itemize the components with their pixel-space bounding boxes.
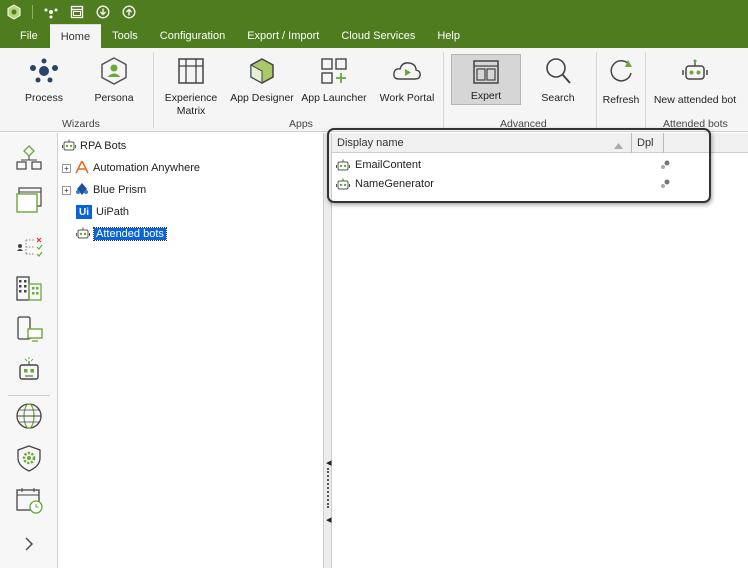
app-designer-icon	[245, 54, 279, 88]
search-button[interactable]: Search	[530, 54, 586, 105]
experience-matrix-button[interactable]: Experience Matrix	[162, 54, 220, 118]
tab-configuration[interactable]: Configuration	[149, 24, 236, 48]
table-row[interactable]: NameGenerator	[332, 174, 712, 193]
expand-toggle[interactable]: +	[62, 163, 71, 173]
tab-home[interactable]: Home	[49, 24, 102, 48]
menu-bar: File Home Tools Configuration Export / I…	[0, 24, 748, 48]
blue-prism-icon	[75, 182, 89, 199]
work-portal-button[interactable]: Work Portal	[376, 54, 438, 105]
column-dpl[interactable]: Dpl	[632, 133, 664, 153]
robot-icon	[336, 158, 350, 172]
tree-item-uipath[interactable]: Ui UiPath	[76, 203, 129, 221]
search-icon	[541, 54, 575, 88]
ribbon: Process Persona Wizards Experience Matri…	[0, 48, 748, 132]
tab-tools[interactable]: Tools	[101, 24, 149, 48]
row-display-name: EmailContent	[355, 158, 422, 171]
title-bar	[0, 0, 748, 24]
devices-icon[interactable]	[14, 314, 44, 344]
tree-item-attended-bots[interactable]: Attended bots	[76, 225, 167, 243]
splitter-grip	[327, 468, 329, 508]
expert-icon	[469, 55, 503, 89]
splitter-arrow-icon: ◂	[326, 457, 332, 469]
attended-bot-icon	[76, 226, 90, 243]
quick-download-icon[interactable]	[93, 2, 113, 22]
refresh-button[interactable]: Refresh	[600, 54, 642, 107]
group-advanced-label: Advanced	[500, 118, 547, 130]
work-portal-cloud-icon	[390, 54, 424, 88]
group-apps-label: Apps	[289, 118, 313, 130]
quick-upload-icon[interactable]	[119, 2, 139, 22]
tree-item-label: Attended bots	[93, 227, 167, 241]
rpa-robot-icon[interactable]	[14, 355, 44, 385]
row-display-name: NameGenerator	[355, 177, 434, 190]
tab-export-import[interactable]: Export / Import	[236, 24, 330, 48]
tree-item-automation-anywhere[interactable]: + Automation Anywhere	[62, 159, 200, 177]
security-shield-icon[interactable]	[14, 443, 44, 473]
splitter-arrow-icon: ◂	[326, 514, 332, 526]
group-wizards-label: Wizards	[62, 118, 100, 130]
app-launcher-icon	[317, 54, 351, 88]
robot-icon	[62, 138, 76, 155]
bots-grid: Display name Dpl EmailContent NameGenera…	[332, 133, 748, 568]
deploy-icon	[659, 159, 671, 171]
panel-splitter[interactable]: ◂ ◂	[324, 133, 332, 568]
tab-cloud-services[interactable]: Cloud Services	[330, 24, 426, 48]
tree-item-label: Blue Prism	[93, 184, 147, 196]
group-separator	[153, 52, 154, 128]
scheduler-calendar-icon[interactable]	[14, 485, 44, 515]
deploy-icon	[659, 178, 671, 190]
organization-buildings-icon[interactable]	[14, 273, 44, 303]
quick-window-icon[interactable]	[67, 2, 87, 22]
uipath-icon: Ui	[76, 205, 92, 219]
process-icon	[27, 54, 61, 88]
table-row[interactable]: EmailContent	[332, 155, 712, 174]
refresh-icon	[604, 54, 638, 88]
process-tree-icon[interactable]	[14, 143, 44, 173]
grid-header: Display name Dpl	[332, 133, 748, 153]
rpa-bots-tree: RPA Bots + Automation Anywhere + Blue Pr…	[58, 133, 324, 568]
tab-file[interactable]: File	[8, 24, 50, 48]
robot-icon	[678, 54, 712, 88]
group-separator	[596, 52, 597, 128]
tree-item-label: Automation Anywhere	[93, 162, 201, 174]
automation-anywhere-icon	[75, 160, 89, 177]
expert-button[interactable]: Expert	[451, 54, 521, 105]
quick-process-icon[interactable]	[41, 2, 61, 22]
tree-item-blue-prism[interactable]: + Blue Prism	[62, 181, 146, 199]
forms-window-icon[interactable]	[14, 185, 44, 215]
navigation-strip	[0, 133, 58, 568]
tab-help[interactable]: Help	[426, 24, 471, 48]
group-separator	[443, 52, 444, 128]
group-attended-bots-label: Attended bots	[663, 118, 728, 130]
new-attended-bot-button[interactable]: New attended bot	[650, 54, 740, 107]
title-separator	[32, 5, 33, 19]
expand-chevron-icon[interactable]	[14, 529, 44, 559]
tree-item-label: UiPath	[96, 206, 130, 218]
strip-separator	[8, 395, 50, 396]
persona-button[interactable]: Persona	[90, 54, 138, 105]
app-launcher-button[interactable]: App Launcher	[301, 54, 367, 105]
persona-icon	[97, 54, 131, 88]
process-button[interactable]: Process	[20, 54, 68, 105]
rules-checklist-icon[interactable]	[14, 229, 44, 259]
expand-toggle[interactable]: +	[62, 185, 71, 195]
robot-icon	[336, 177, 350, 191]
app-designer-button[interactable]: App Designer	[229, 54, 295, 105]
globe-icon[interactable]	[14, 401, 44, 431]
tree-root-label: RPA Bots	[80, 140, 127, 152]
sort-ascending-icon	[614, 140, 623, 152]
group-separator	[645, 52, 646, 128]
experience-matrix-icon	[174, 54, 208, 88]
app-logo-icon	[4, 2, 24, 22]
column-display-name[interactable]: Display name	[332, 133, 632, 153]
tree-root-rpa-bots[interactable]: RPA Bots	[62, 137, 126, 155]
